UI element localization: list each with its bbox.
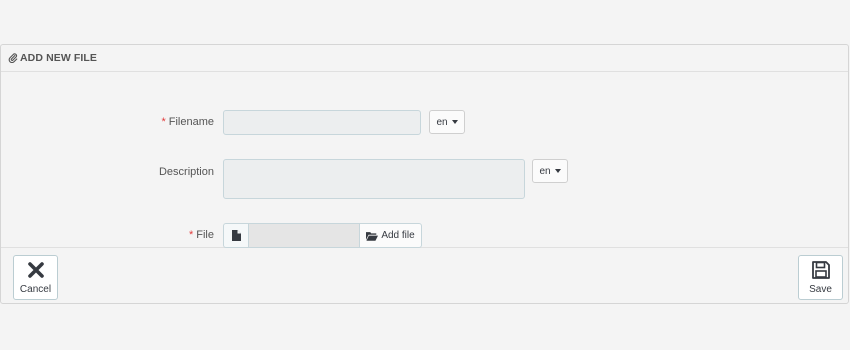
form-body: * Filename en Description en * File Add … (1, 72, 848, 248)
save-label: Save (809, 284, 832, 295)
description-language-value: en (539, 165, 551, 177)
required-marker: * (188, 229, 194, 241)
save-button[interactable]: Save (798, 255, 843, 300)
add-file-button[interactable]: Add file (359, 223, 422, 248)
close-icon (27, 262, 44, 278)
caret-down-icon (451, 120, 458, 124)
description-textarea[interactable] (223, 159, 525, 199)
folder-open-icon (366, 231, 379, 241)
filename-language-value: en (436, 116, 448, 128)
file-label: * File (189, 229, 214, 241)
cancel-button[interactable]: Cancel (13, 255, 58, 300)
description-label-text: Description (158, 166, 214, 178)
file-icon (231, 230, 241, 241)
add-file-panel: ADD NEW FILE * Filename en Description en… (0, 44, 849, 304)
filename-label: * Filename (161, 116, 214, 128)
paperclip-icon (8, 53, 18, 63)
file-label-text: File (196, 229, 214, 241)
description-label: Description (159, 166, 214, 178)
cancel-label: Cancel (19, 284, 52, 295)
add-file-label: Add file (381, 230, 415, 241)
file-upload-group: Add file (223, 223, 422, 248)
file-addon (223, 223, 248, 248)
description-language-dropdown[interactable]: en (532, 159, 568, 183)
panel-title: ADD NEW FILE (20, 52, 98, 64)
required-marker: * (161, 116, 166, 128)
file-name-input[interactable] (248, 223, 359, 248)
caret-down-icon (554, 169, 561, 173)
floppy-disk-icon (811, 261, 830, 279)
filename-language-dropdown[interactable]: en (429, 110, 465, 134)
panel-heading: ADD NEW FILE (1, 45, 848, 72)
filename-label-text: Filename (168, 116, 214, 128)
filename-input[interactable] (223, 110, 421, 135)
